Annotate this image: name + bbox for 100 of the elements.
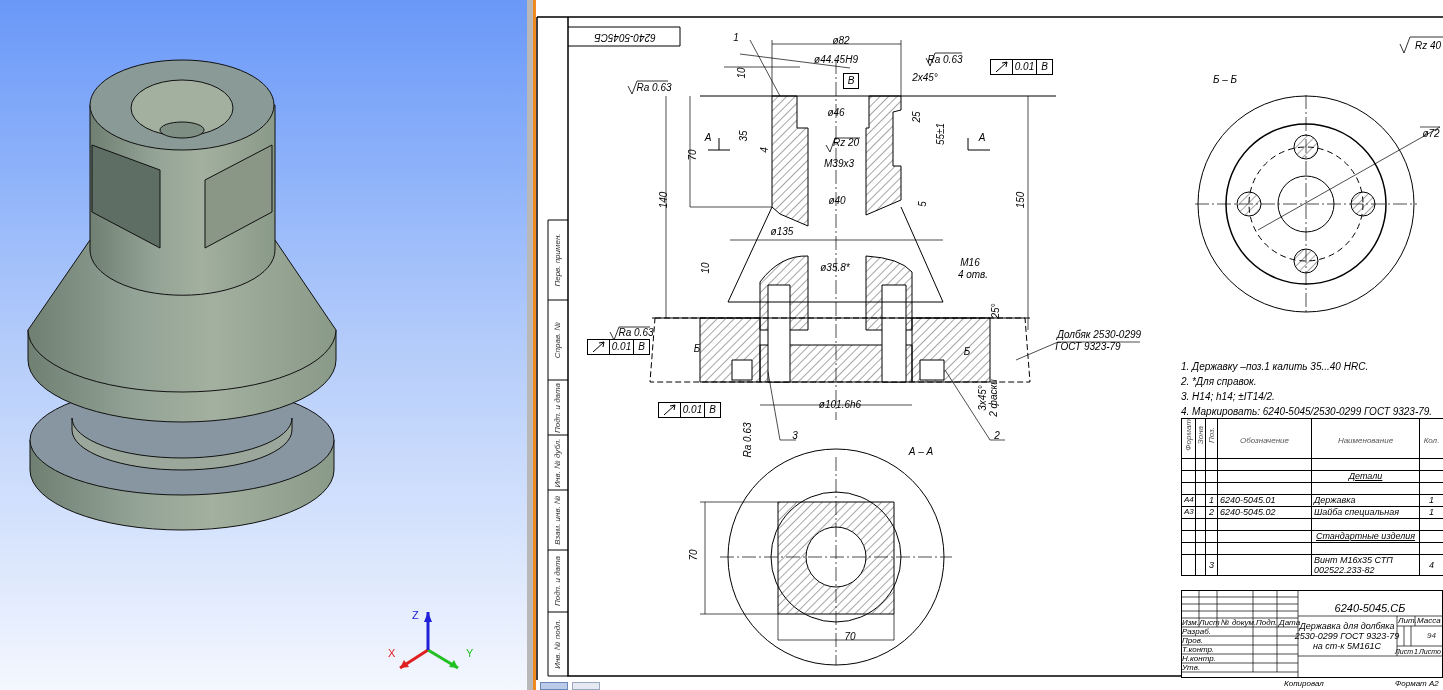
title-block-label: Лит. — [1398, 617, 1417, 625]
table-cell: 3 — [1205, 554, 1218, 576]
margin-field-label: Перв. примен. — [554, 233, 562, 287]
note-text: 2. *Для справок. — [1181, 377, 1257, 387]
dimension-label: 70 — [688, 149, 698, 161]
title-block-label: Лист — [1199, 619, 1220, 627]
dimension-label: 2 — [994, 431, 1000, 441]
title-block-label: Изм. — [1182, 619, 1200, 627]
dimension-label: Ra 0.63 — [927, 55, 963, 65]
tolerance-value: 0.01 — [1013, 60, 1037, 74]
dimension-label: Ra 0.63 — [743, 422, 753, 458]
title-block-label: Утв. — [1182, 664, 1201, 672]
column-header: Наименование — [1337, 437, 1394, 446]
margin-field-label: Взам. инв. № — [554, 495, 562, 545]
dimension-label: M16 — [960, 258, 980, 268]
section-heading: Стандартные изделия — [1311, 530, 1420, 543]
dimension-label: 1 — [733, 33, 739, 43]
column-header: Обозначение — [1240, 437, 1289, 446]
dimension-label: 2x45° — [912, 73, 938, 83]
dimension-label: 4 — [760, 147, 770, 153]
column-header: Формат — [1184, 419, 1193, 451]
note-text: 1. Державку –поз.1 калить 35...40 HRC. — [1181, 362, 1369, 372]
dimension-label: 3 — [792, 431, 798, 441]
mass-value: 94 — [1427, 632, 1436, 640]
dimension-label: ø101.6h6 — [818, 400, 862, 410]
tolerance-value: 0.01 — [681, 403, 705, 417]
dimension-label: 10 — [737, 67, 747, 79]
dimension-label: Ra 0.63 — [636, 83, 672, 93]
note-text: 3. H14; h14; ±IT14/2. — [1181, 392, 1275, 402]
dimension-label: ø35.8* — [820, 263, 850, 273]
margin-field-label: Подп. и дата — [554, 382, 562, 433]
title-block-label: Пров. — [1182, 637, 1204, 645]
dimension-label: 25 — [912, 111, 922, 123]
margin-field-label: Подп. и дата — [554, 555, 562, 607]
axis-label: Z — [412, 610, 419, 621]
sheet-tab[interactable] — [540, 682, 568, 690]
dimension-label: А — [978, 133, 986, 143]
table-cell: Винт М16х35 СТП 002522.233-82 — [1311, 554, 1420, 576]
table-cell: Державка — [1311, 494, 1420, 507]
margin-field-label: Справ. № — [554, 321, 562, 359]
title-block-label: Формат А2 — [1395, 680, 1439, 688]
table-cell: 2 — [1205, 506, 1218, 519]
title-block-label: Н.контр. — [1182, 655, 1216, 663]
drawing-title: 2530-0299 ГОСТ 9323-79 — [1294, 632, 1400, 641]
drawing-title: на ст-к 5М161С — [1312, 642, 1382, 651]
dimension-label: 35 — [739, 130, 749, 142]
table-cell: 1 — [1205, 494, 1218, 507]
table-cell: 1 — [1419, 494, 1443, 507]
dimension-label: 10 — [701, 262, 711, 274]
column-header: Зона — [1196, 425, 1205, 444]
title-block-label: Разраб. — [1182, 628, 1211, 636]
title-block-label: Подп. — [1256, 619, 1278, 627]
title-block-label: № докум. — [1221, 619, 1257, 627]
drawing-number-text: 6240-5045СБ — [594, 32, 656, 42]
drawing-number: 6240-5045.СБ — [1334, 603, 1406, 614]
table-cell: Шайба специальная — [1311, 506, 1420, 519]
dimension-label: ø135 — [770, 227, 794, 237]
dimension-label: 55±1 — [936, 122, 946, 146]
dimension-label: 70 — [844, 632, 856, 642]
section-heading: Детали — [1311, 470, 1420, 483]
table-cell: А4 — [1181, 494, 1196, 507]
dimension-label: Б – Б — [1212, 75, 1238, 85]
axis-label: X — [388, 648, 396, 659]
dimension-label: А — [704, 133, 712, 143]
dimension-label: 25° — [991, 303, 1001, 319]
dimension-label: 4 отв. — [957, 270, 989, 280]
table-cell: А3 — [1181, 506, 1196, 519]
datum-label: B — [637, 340, 646, 354]
roughness-label: Rz 40 — [1414, 41, 1442, 51]
tolerance-value: 0.01 — [610, 340, 634, 354]
dimension-label: 140 — [659, 191, 669, 209]
dimension-label: M39x3 — [824, 159, 854, 169]
drawing-title: Державка для долбяка — [1299, 622, 1395, 631]
dimension-label: Долбяк 2530-0299 — [1056, 330, 1142, 340]
dimension-label: 150 — [1016, 191, 1026, 209]
title-block-label: Масса — [1417, 617, 1441, 625]
title-block-label: Копировал — [1284, 680, 1324, 688]
dimension-label: Б — [693, 344, 701, 354]
title-block-label: Дата — [1279, 619, 1301, 627]
note-text: 4. Маркировать: 6240-5045/2530-0299 ГОСТ 9323-79. — [1181, 407, 1433, 417]
table-cell: 6240-5045.01 — [1217, 494, 1312, 507]
datum-label: B — [708, 403, 717, 417]
dimension-label: 2 фаски — [989, 379, 999, 417]
datum-label: B — [1040, 60, 1049, 74]
dimension-label: 5 — [918, 201, 928, 207]
dimension-label: А – А — [908, 447, 934, 457]
table-cell: 1 — [1419, 506, 1443, 519]
dimension-label: ø40 — [828, 196, 846, 206]
axis-label: Y — [466, 648, 474, 659]
dimension-label: ГОСТ 9323-79 — [1055, 342, 1121, 352]
margin-field-label: Инв. № дубл. — [554, 437, 562, 488]
margin-field-label: Инв. № подл. — [554, 619, 562, 669]
title-block-label: Т.контр. — [1182, 646, 1215, 654]
column-header: Кол. — [1423, 437, 1440, 446]
table-cell: 6240-5045.02 — [1217, 506, 1312, 519]
dimension-label: ø46 — [827, 108, 845, 118]
dimension-label: ø82 — [832, 36, 850, 46]
sheet-tab[interactable] — [572, 682, 600, 690]
column-header: Поз. — [1207, 427, 1216, 444]
dimension-label: Rz 20 — [832, 138, 860, 148]
